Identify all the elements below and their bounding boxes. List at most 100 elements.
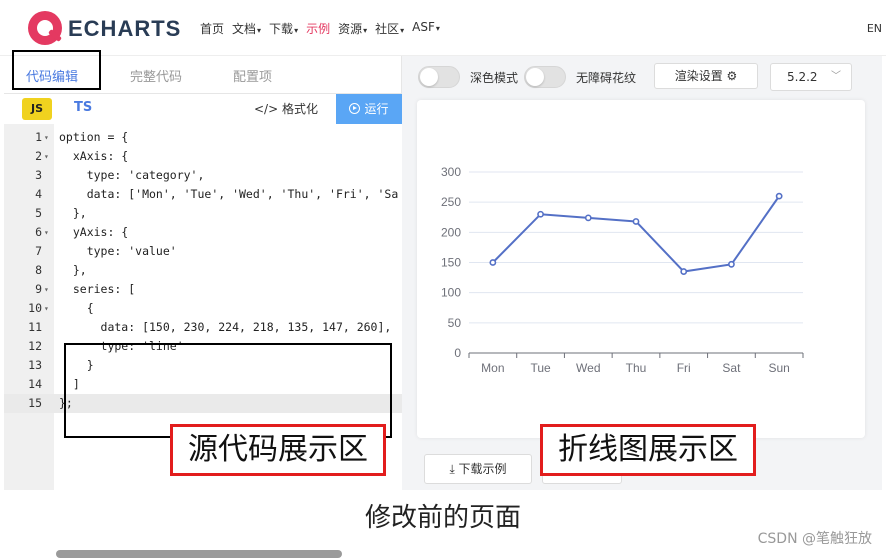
code-text: type: 'value' <box>59 244 177 258</box>
x-tick-label: Tue <box>530 361 551 375</box>
run-label: 运行 <box>364 102 389 116</box>
language-switch[interactable]: EN <box>867 22 882 35</box>
data-point <box>728 260 735 268</box>
code-line[interactable]: 6 ▾ yAxis: { <box>4 223 402 242</box>
top-nav: ECHARTS 首页 文档▾ 下载▾ 示例 资源▾ 社区▾ ASF▾ EN <box>0 0 886 56</box>
code-line[interactable]: 11 data: [150, 230, 224, 218, 135, 147, … <box>4 318 402 337</box>
series-line <box>492 195 780 273</box>
code-text: }, <box>59 263 87 277</box>
nav-item-label: 示例 <box>306 22 331 36</box>
chart-card: 0 50 100 150 200 250 300 Mon Tue Wed Thu Fri Sat Sun <box>417 100 865 438</box>
fold-arrow-icon[interactable]: ▾ <box>44 299 49 318</box>
y-tick-label: 250 <box>441 195 461 209</box>
nav-item-label: 文档 <box>232 22 257 36</box>
accessible-toggle[interactable] <box>524 66 566 88</box>
fold-arrow-icon[interactable]: ▾ <box>44 223 49 242</box>
data-point <box>489 259 497 266</box>
render-settings-button[interactable]: 渲染设置 ⚙ <box>654 63 758 89</box>
editor-tabs: 代码编辑 完整代码 配置项 <box>4 50 402 94</box>
code-line[interactable]: 8 }, <box>4 261 402 280</box>
watermark: CSDN @笔触狂放 <box>757 531 872 547</box>
code-text: type: 'category', <box>59 168 205 182</box>
line-number: 2 <box>35 149 42 163</box>
nav-item-4[interactable]: 资源▾ <box>336 20 369 37</box>
tab-highlight-box <box>12 50 101 90</box>
code-line[interactable]: 3 type: 'category', <box>4 166 402 185</box>
nav-item-label: 资源 <box>338 22 363 36</box>
fold-arrow-icon[interactable]: ▾ <box>44 147 49 166</box>
fold-arrow-icon[interactable]: ▾ <box>44 280 49 299</box>
nav-item-3[interactable]: 示例 <box>304 20 332 37</box>
code-text: option = { <box>59 130 129 144</box>
data-point <box>537 210 544 218</box>
line-number: 1 <box>35 130 42 144</box>
echarts-logo[interactable]: ECHARTS <box>28 11 188 47</box>
code-line[interactable]: 1 ▾ option = { <box>4 128 402 147</box>
code-text: }, <box>59 206 87 220</box>
tab-full-code[interactable]: 完整代码 <box>130 66 182 85</box>
code-text: yAxis: { <box>59 225 129 239</box>
code-line[interactable]: 9 ▾ series: [ <box>4 280 402 299</box>
line-number: 6 <box>35 225 42 239</box>
line-number: 4 <box>35 187 42 201</box>
nav-item-label: 首页 <box>200 22 225 36</box>
dark-mode-toggle[interactable] <box>418 66 460 88</box>
nav-item-label: 社区 <box>375 22 400 36</box>
nav-item-2[interactable]: 下载▾ <box>267 20 300 37</box>
x-tick-label: Sat <box>722 361 741 375</box>
y-tick-label: 100 <box>441 286 461 300</box>
js-toggle[interactable]: JS <box>22 98 52 120</box>
line-chart: 0 50 100 150 200 250 300 Mon Tue Wed Thu Fri Sat Sun <box>441 165 804 375</box>
page-caption: 修改前的页面 <box>364 503 521 533</box>
line-number: 12 <box>28 339 42 353</box>
logo-text: ECHARTS <box>68 16 182 41</box>
code-text: series: [ <box>59 282 136 296</box>
code-line[interactable]: 2 ▾ xAxis: { <box>4 147 402 166</box>
code-text: data: ['Mon', 'Tue', 'Wed', 'Thu', 'Fri'… <box>59 187 399 201</box>
tab-options[interactable]: 配置项 <box>233 66 272 85</box>
line-number: 8 <box>35 263 42 277</box>
nav-item-0[interactable]: 首页 <box>198 20 226 37</box>
fold-arrow-icon[interactable]: ▾ <box>44 128 49 147</box>
code-line[interactable]: 5 }, <box>4 204 402 223</box>
x-tick-label: Fri <box>677 361 691 375</box>
source-area-label: 源代码展示区 <box>170 424 386 476</box>
y-tick-label: 300 <box>441 165 461 179</box>
line-number: 10 <box>28 301 42 315</box>
format-button[interactable]: </> 格式化 <box>254 100 318 117</box>
x-tick-label: Sun <box>768 361 789 375</box>
nav-item-label: 下载 <box>269 22 294 36</box>
line-number: 5 <box>35 206 42 220</box>
nav-item-1[interactable]: 文档▾ <box>230 20 263 37</box>
nav-menu: 首页 文档▾ 下载▾ 示例 资源▾ 社区▾ ASF▾ <box>198 20 442 37</box>
chevron-down-icon: ▾ <box>400 26 405 35</box>
y-tick-label: 200 <box>441 225 461 239</box>
nav-item-6[interactable]: ASF▾ <box>410 20 442 37</box>
ts-toggle[interactable]: TS <box>74 100 92 115</box>
code-line[interactable]: 4 data: ['Mon', 'Tue', 'Wed', 'Thu', 'Fr… <box>4 185 402 204</box>
accessible-label: 无障碍花纹 <box>576 71 637 85</box>
editor-toolbar: JS TS </> 格式化 运行 <box>4 94 402 124</box>
nav-item-5[interactable]: 社区▾ <box>373 20 406 37</box>
chevron-down-icon: ▾ <box>363 26 368 35</box>
nav-item-label: ASF <box>412 20 435 34</box>
version-select[interactable]: 5.2.2 ﹀ <box>770 63 852 91</box>
dark-mode-label: 深色模式 <box>470 71 519 85</box>
code-line[interactable]: 10 ▾ { <box>4 299 402 318</box>
line-number: 7 <box>35 244 42 258</box>
chevron-down-icon: ﹀ <box>831 71 841 82</box>
chevron-down-icon: ▾ <box>257 26 262 35</box>
data-point <box>584 214 592 222</box>
version-value: 5.2.2 <box>787 70 818 84</box>
chevron-down-icon: ▾ <box>294 26 299 35</box>
code-text: xAxis: { <box>59 149 129 163</box>
chart-area-label: 折线图展示区 <box>540 424 756 476</box>
line-number: 9 <box>35 282 42 296</box>
download-example-button[interactable]: ⤓ 下载示例 <box>424 454 532 484</box>
code-line[interactable]: 7 type: 'value' <box>4 242 402 261</box>
x-tick-label: Thu <box>626 361 647 375</box>
run-button[interactable]: 运行 <box>336 94 402 124</box>
line-number: 14 <box>28 377 42 391</box>
logo-mark-icon <box>28 11 62 45</box>
code-text: { <box>59 301 94 315</box>
